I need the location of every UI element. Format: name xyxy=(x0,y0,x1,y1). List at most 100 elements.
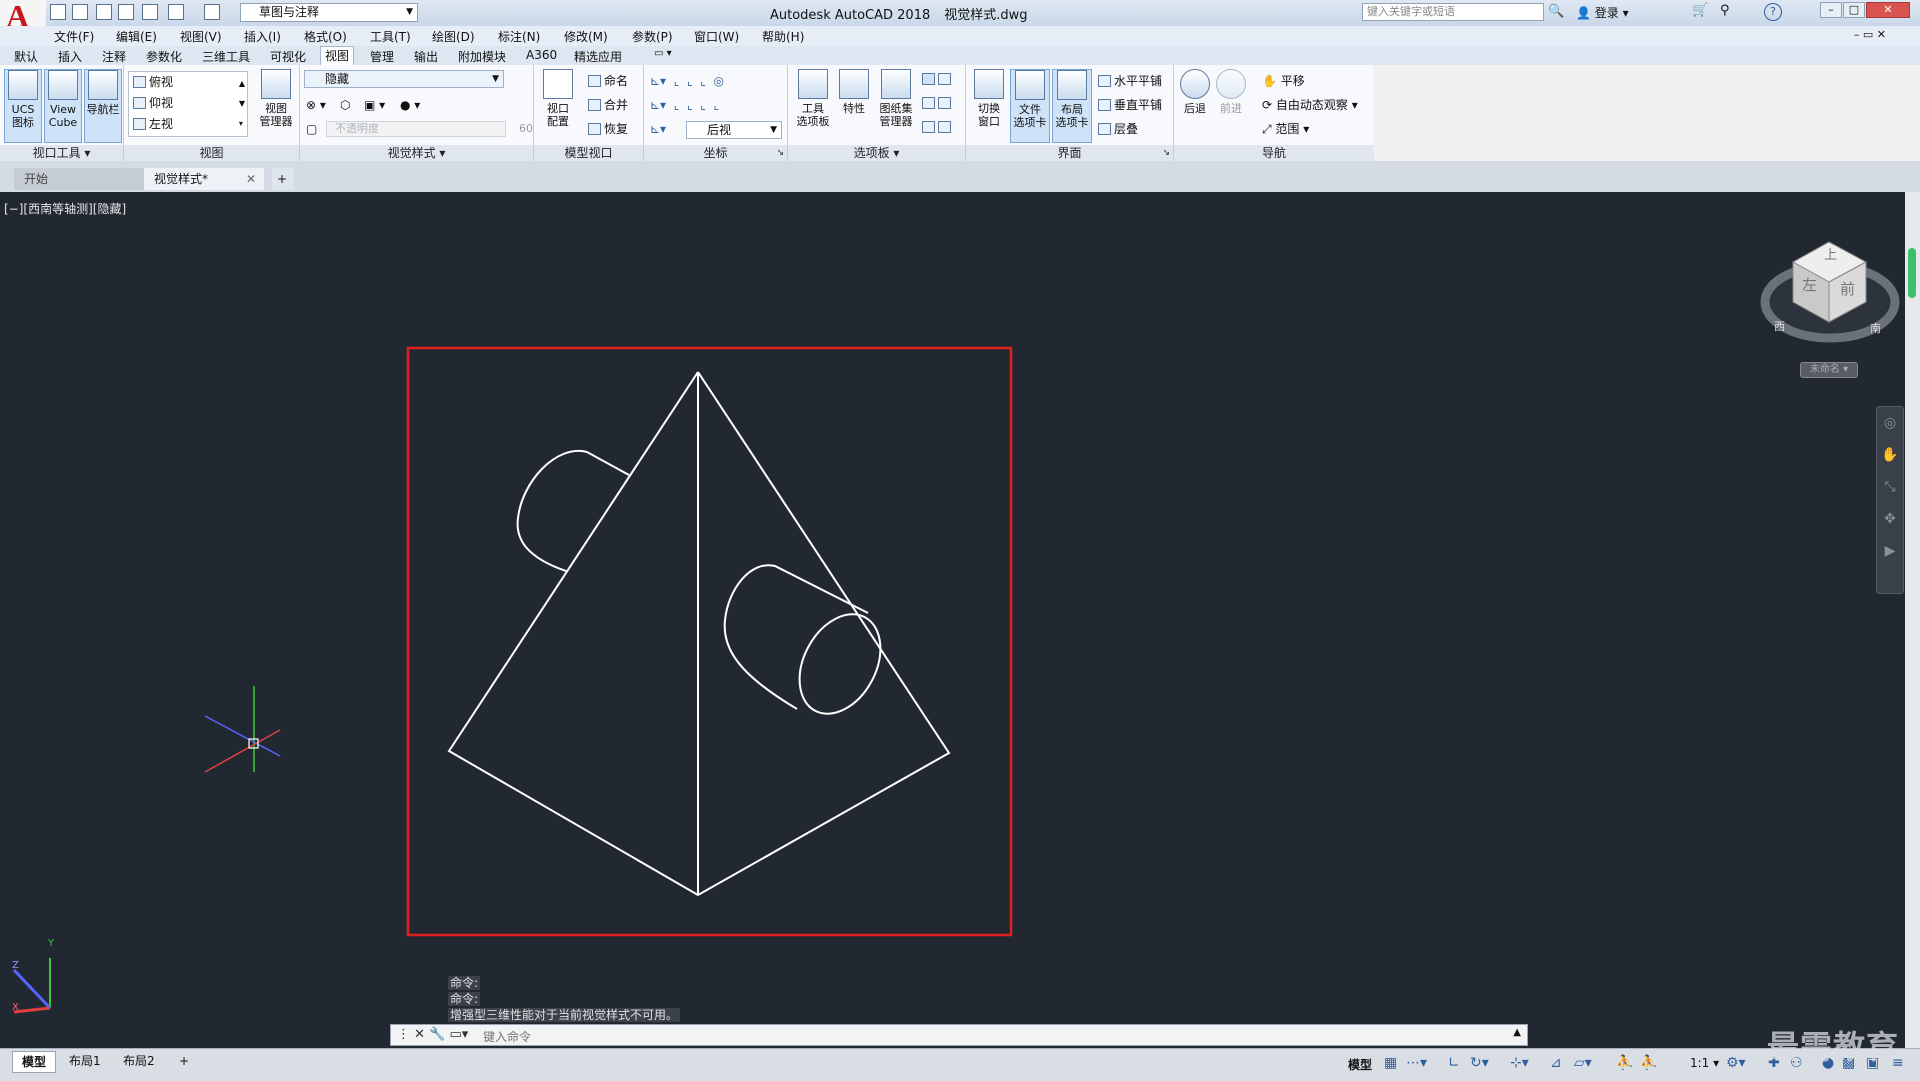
tab-featured-apps[interactable]: 精选应用 xyxy=(570,48,626,65)
palette-small-buttons-2[interactable] xyxy=(922,95,954,111)
minimize-button[interactable]: – xyxy=(1820,2,1842,18)
wrench-icon[interactable]: 🔧 xyxy=(429,1027,445,1042)
panel-title[interactable]: 视口工具 ▾ xyxy=(0,145,123,161)
snap-icon[interactable]: ⋯▾ xyxy=(1406,1055,1427,1071)
layout-tab-model[interactable]: 模型 xyxy=(12,1051,57,1073)
lighting-button[interactable]: ● ▾ xyxy=(400,97,420,113)
workspace-select[interactable]: 草图与注释 ▼ xyxy=(240,3,418,22)
restore-viewports-button[interactable]: 恢复 xyxy=(588,121,628,137)
viewcube-button[interactable]: View Cube xyxy=(44,69,82,143)
pyramid-model[interactable] xyxy=(447,371,951,897)
ucs-icon-button[interactable]: UCS 图标 xyxy=(4,69,42,143)
view-manager-button[interactable]: 视图 管理器 xyxy=(254,69,298,128)
tab-parametric[interactable]: 参数化 xyxy=(142,48,186,65)
ucs-tools-row-2[interactable]: ⊾▾ ⌞ ⌞ ⌞ ⌞ xyxy=(650,97,719,113)
tile-horizontal-button[interactable]: 水平平铺 xyxy=(1098,73,1162,89)
xray-button[interactable]: ▣ ▾ xyxy=(364,97,385,113)
view-top[interactable]: 俯视 xyxy=(133,74,173,90)
cart-icon[interactable]: 🛒 xyxy=(1692,3,1708,18)
tab-view[interactable]: 视图 xyxy=(320,46,355,65)
pan-button[interactable]: ✋ 平移 xyxy=(1262,73,1305,89)
edge-style-button[interactable]: ⊗ ▾ xyxy=(306,97,326,113)
binoculars-icon[interactable]: 🔍 xyxy=(1548,4,1564,19)
menu-insert[interactable]: 插入(I) xyxy=(244,28,281,45)
drawing-canvas[interactable]: 上 前 左 西 南 未命名 ▾ Y Z X ◎ ✋ ⤡ ✥ ▶ xyxy=(0,192,1905,1048)
layout-tabs-toggle[interactable]: 布局 选项卡 xyxy=(1052,69,1092,143)
open-file-icon[interactable] xyxy=(72,4,88,20)
menu-edit[interactable]: 编辑(E) xyxy=(116,28,157,45)
file-tab-document[interactable]: 视觉样式* ✕ xyxy=(144,168,264,190)
view-bottom[interactable]: 仰视 xyxy=(133,95,173,111)
command-history-toggle[interactable]: ▲ xyxy=(1513,1027,1521,1038)
palette-small-buttons-1[interactable] xyxy=(922,71,954,87)
ribbon-minimize-button[interactable]: ▭ ▾ xyxy=(650,48,676,59)
vertical-scrollbar[interactable] xyxy=(1905,192,1920,1048)
model-space-toggle[interactable]: 模型 xyxy=(1348,1056,1372,1073)
switch-windows-button[interactable]: 切换 窗口 xyxy=(970,69,1008,128)
navigation-bar[interactable]: ◎ ✋ ⤡ ✥ ▶ xyxy=(1876,406,1904,594)
tab-3d-tools[interactable]: 三维工具 xyxy=(198,48,254,65)
otrack-icon[interactable]: ▱▾ xyxy=(1574,1055,1592,1071)
search-input[interactable]: 键入关键字或短语 xyxy=(1362,3,1544,21)
command-line-buttons[interactable]: ⋮ ✕ 🔧 ▭▾ xyxy=(397,1027,468,1042)
new-file-icon[interactable] xyxy=(50,4,66,20)
tab-default[interactable]: 默认 xyxy=(10,48,42,65)
annotation-scale[interactable]: 1:1 ▾ xyxy=(1690,1056,1719,1070)
file-tabs-toggle[interactable]: 文件 选项卡 xyxy=(1010,69,1050,143)
menu-view[interactable]: 视图(V) xyxy=(180,28,222,45)
menu-window[interactable]: 窗口(W) xyxy=(694,28,739,45)
a360-icon[interactable]: ⚲ xyxy=(1720,3,1730,18)
shadow-button[interactable]: ⬡ xyxy=(340,97,350,113)
tab-output[interactable]: 输出 xyxy=(410,48,442,65)
command-input[interactable]: 键入命令 xyxy=(483,1028,531,1045)
named-viewports-button[interactable]: 命名 xyxy=(588,73,628,89)
ucs-view-select[interactable]: 后视 ▼ xyxy=(686,121,782,139)
ortho-icon[interactable]: ∟ xyxy=(1448,1055,1460,1071)
auto-scale-icon[interactable]: ⛹ xyxy=(1640,1055,1657,1071)
tab-a360[interactable]: A360 xyxy=(522,48,561,62)
visual-style-select[interactable]: 隐藏 ▼ xyxy=(304,70,504,88)
gear-icon[interactable]: ⚙▾ xyxy=(1726,1055,1746,1071)
close-icon[interactable]: ✕ xyxy=(414,1027,425,1042)
back-button[interactable]: 后退 xyxy=(1178,69,1212,115)
palette-small-buttons-3[interactable] xyxy=(922,119,954,135)
named-views-list[interactable]: 俯视 仰视 左视 ▲ ▼ ▾ xyxy=(128,71,248,137)
command-line[interactable]: ⋮ ✕ 🔧 ▭▾ 键入命令 ▲ xyxy=(390,1024,1528,1046)
redo-icon[interactable] xyxy=(204,4,220,20)
command-prompt-icon[interactable]: ▭▾ xyxy=(450,1027,469,1042)
undo-icon[interactable] xyxy=(168,4,184,20)
osnap-icon[interactable]: ⊹▾ xyxy=(1510,1055,1529,1071)
new-file-tab-button[interactable]: + xyxy=(272,168,294,190)
menu-file[interactable]: 文件(F) xyxy=(54,28,94,45)
panel-title[interactable]: 坐标 ↘ xyxy=(644,145,787,161)
polar-icon[interactable]: ↻▾ xyxy=(1470,1055,1489,1071)
opacity-slider[interactable]: 不透明度 60 xyxy=(326,121,533,137)
panel-title[interactable]: 选项板 ▾ xyxy=(788,145,965,161)
zoom-extents-button[interactable]: ⤢ 范围 ▾ xyxy=(1262,121,1309,137)
isodraft-icon[interactable]: ⊿ xyxy=(1550,1055,1562,1071)
save-icon[interactable] xyxy=(96,4,112,20)
menu-tools[interactable]: 工具(T) xyxy=(370,28,411,45)
close-button[interactable]: ✕ xyxy=(1866,2,1910,18)
menu-dimension[interactable]: 标注(N) xyxy=(498,28,540,45)
file-tab-start[interactable]: 开始 xyxy=(14,168,144,190)
view-left[interactable]: 左视 xyxy=(133,116,173,132)
panel-title[interactable]: 界面 ↘ xyxy=(966,145,1173,161)
ucs-tools-row-3[interactable]: ⊾▾ xyxy=(650,121,666,137)
free-orbit-button[interactable]: ⟳ 自由动态观察 ▾ xyxy=(1262,97,1358,113)
menu-format[interactable]: 格式(O) xyxy=(304,28,347,45)
properties-button[interactable]: 特性 xyxy=(836,69,872,115)
tool-palettes-button[interactable]: 工具 选项板 xyxy=(792,69,834,128)
tab-addins[interactable]: 附加模块 xyxy=(454,48,510,65)
tile-vertical-button[interactable]: 垂直平铺 xyxy=(1098,97,1162,113)
new-layout-button[interactable]: + xyxy=(170,1051,198,1071)
tab-manage[interactable]: 管理 xyxy=(366,48,398,65)
join-viewports-button[interactable]: 合并 xyxy=(588,97,628,113)
scroll-thumb[interactable] xyxy=(1908,248,1916,298)
viewport-controls-label[interactable]: [−][西南等轴测][隐藏] xyxy=(4,200,126,217)
tab-annotate[interactable]: 注释 xyxy=(98,48,130,65)
menu-draw[interactable]: 绘图(D) xyxy=(432,28,475,45)
cascade-button[interactable]: 层叠 xyxy=(1098,121,1138,137)
wcs-menu[interactable]: 未命名 ▾ xyxy=(1800,362,1858,378)
list-scroll-arrows[interactable]: ▲ ▼ ▾ xyxy=(239,74,245,134)
